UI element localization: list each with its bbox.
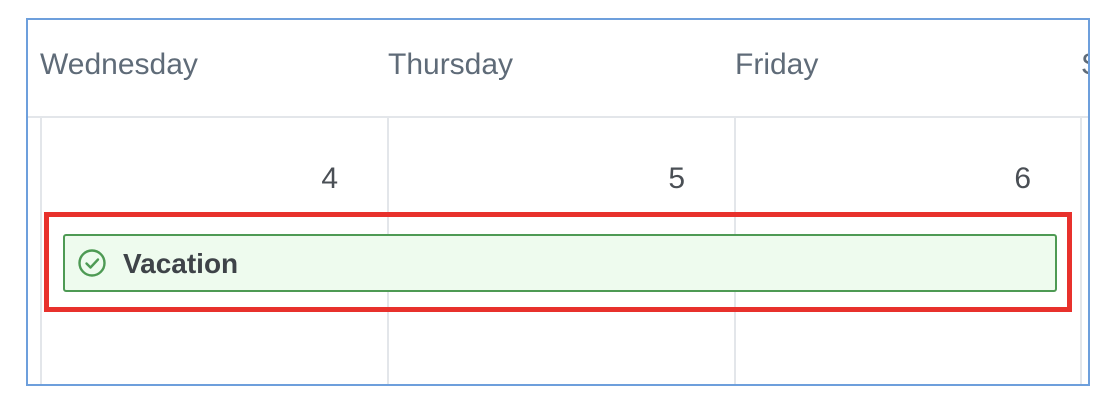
- column-divider: [40, 118, 42, 384]
- calendar-week-view: Wednesday Thursday Friday S 4 5 6 Vacati…: [26, 18, 1090, 386]
- day-header-saturday: S: [1081, 48, 1088, 82]
- day-header-wednesday: Wednesday: [40, 48, 198, 81]
- date-cell-wednesday[interactable]: 4: [298, 162, 338, 196]
- event-label: Vacation: [123, 248, 239, 279]
- day-header-thursday: Thursday: [388, 48, 514, 81]
- vacation-event[interactable]: Vacation: [63, 234, 1057, 292]
- day-header-friday: Friday: [735, 48, 819, 81]
- day-header-row: Wednesday Thursday Friday S: [28, 20, 1088, 118]
- date-cell-thursday[interactable]: 5: [645, 162, 685, 196]
- date-cell-friday[interactable]: 6: [991, 162, 1031, 196]
- column-divider: [1080, 118, 1082, 384]
- check-circle-icon: [78, 249, 106, 277]
